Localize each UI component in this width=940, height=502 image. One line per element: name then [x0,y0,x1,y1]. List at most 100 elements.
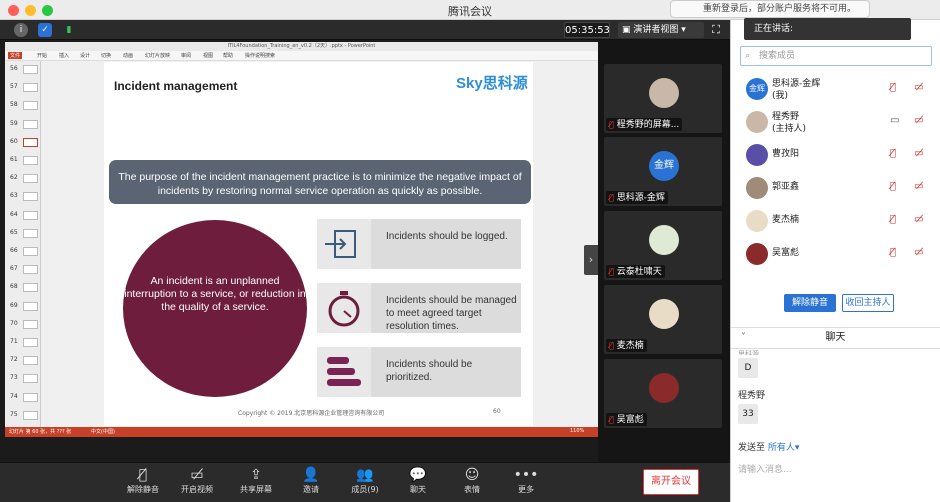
slide-copyright: Copyright © 2019 北京思科源企业管理咨询有限公司 [238,410,385,417]
muted-mic-icon[interactable]: 🎙̸ [890,214,896,225]
view-mode-button[interactable]: ▣ 演讲者视图 ▾ [618,22,704,38]
reactions-label: 表情 [464,485,480,494]
slide-thumbnail[interactable]: 62 [7,172,41,186]
slide-title: Incident management [114,79,238,93]
avatar [746,111,768,133]
slide-thumbnail[interactable]: 63 [7,190,41,204]
start-video-button[interactable]: ▭̸ 开启视频 [177,466,217,495]
leave-meeting-button[interactable]: 离开会议 [643,469,699,495]
video-tile-name: 🎙̸ 思科源-金辉 [606,191,668,204]
shield-icon[interactable]: ✓ [38,23,52,37]
ppt-tab-slideshow[interactable]: 幻灯片放映 [145,52,170,59]
member-search-input[interactable]: ⌕ 搜索成员 [740,46,932,66]
ppt-tab-insert[interactable]: 插入 [59,52,69,59]
video-tile[interactable]: 金辉 🎙̸ 思科源-金辉 [604,137,722,206]
layout-icon: ▣ [622,25,634,35]
list-item[interactable]: 郭亚鑫 🎙̸ ▭̸ [740,173,932,203]
participant-role: (我) [772,91,789,101]
ppt-tab-review[interactable]: 审阅 [181,52,191,59]
muted-mic-icon: 🎙̸ [609,120,614,129]
video-off-icon[interactable]: ▭̸ [914,115,923,126]
slide-thumbnail[interactable]: 64 [7,209,41,223]
ppt-tab-view[interactable]: 视图 [203,52,213,59]
video-tile-name: 🎙̸ 吴富彪 [606,413,647,426]
slide-thumbnail-preview [23,83,38,93]
unmute-button[interactable]: 🎙̸ 解除静音 [123,466,163,495]
info-icon[interactable]: i [14,23,28,37]
video-tile-name: 🎙̸ 程秀野的屏幕... [606,118,683,131]
ppt-tell-me[interactable]: 操作说明搜索 [245,52,275,59]
slide-thumbnail[interactable]: 56 [7,63,41,77]
member-search-placeholder: 搜索成员 [759,51,796,61]
reactions-button[interactable]: ☺ 表情 [452,466,492,495]
send-to-selector[interactable]: 发送至 所有人▾ [738,440,799,453]
slide-thumbnail[interactable]: 74 [7,391,41,405]
chat-header[interactable]: ˅ 聊天 [731,327,940,349]
ppt-tab-design[interactable]: 设计 [80,52,90,59]
video-off-icon[interactable]: ▭̸ [914,214,923,225]
slide-thumbnail[interactable]: 66 [7,245,41,259]
ppt-zoom[interactable]: 110% [570,428,584,434]
share-screen-button[interactable]: ⇪ 共享屏幕 [236,466,276,495]
slide-thumbnail[interactable]: 72 [7,354,41,368]
members-button[interactable]: 👥 成员(9) [345,466,385,495]
collapse-video-arrow-icon[interactable]: › [584,245,598,275]
video-off-icon[interactable]: ▭̸ [914,82,923,93]
chat-button[interactable]: 💬 聊天 [398,466,438,495]
muted-mic-icon[interactable]: 🎙̸ [890,247,896,258]
muted-mic-icon[interactable]: 🎙̸ [890,82,896,93]
slide-thumbnail[interactable]: 61 [7,154,41,168]
slide-thumbnail-number: 56 [10,65,18,72]
muted-mic-icon[interactable]: 🎙̸ [890,148,896,159]
video-off-icon[interactable]: ▭̸ [914,148,923,159]
slide-thumbnail-pane: 56 57 58 59 60 61 62 63 64 65 66 67 68 69 70 71 72 73 74 75 [5,61,41,427]
video-tile[interactable]: 🎙̸ 云泰杜啸天 [604,211,722,280]
screen-share-icon[interactable]: ▭ [890,115,899,126]
fullscreen-icon[interactable]: ⛶ [708,22,724,38]
slide-thumbnail[interactable]: 69 [7,300,41,314]
slide-thumbnail[interactable]: 70 [7,318,41,332]
video-off-icon[interactable]: ▭̸ [914,247,923,258]
ppt-tab-transitions[interactable]: 切换 [101,52,111,59]
slide-thumbnail[interactable]: 60 [7,136,41,150]
reclaim-host-button[interactable]: 收回主持人 [842,294,894,312]
participant-name: 程秀野 (主持人) [772,111,806,135]
ppt-tab-file[interactable]: 文件 [8,52,23,59]
invite-button[interactable]: 👤 邀请 [291,466,331,495]
video-tile[interactable]: 🎙̸ 吴富彪 [604,359,722,428]
send-to-value[interactable]: 所有人 [768,443,795,453]
list-item[interactable]: 曹孜阳 🎙̸ ▭̸ [740,140,932,170]
ppt-tab-help[interactable]: 帮助 [223,52,233,59]
slide-thumbnail[interactable]: 68 [7,281,41,295]
slide-thumbnail[interactable]: 58 [7,99,41,113]
more-button[interactable]: ••• 更多 [506,466,546,495]
purpose-banner: The purpose of the incident management p… [109,160,531,204]
slide-thumbnail[interactable]: 65 [7,227,41,241]
slide-thumbnail[interactable]: 57 [7,81,41,95]
slide-thumbnail[interactable]: 67 [7,263,41,277]
slide-thumbnail[interactable]: 73 [7,372,41,386]
avatar [649,78,679,108]
chevron-down-icon[interactable]: ▾ [795,443,800,453]
muted-mic-icon[interactable]: 🎙̸ [890,181,896,192]
muted-mic-icon: 🎙̸ [138,467,148,483]
slide-thumbnail[interactable]: 59 [7,118,41,132]
ppt-tab-home[interactable]: 开始 [37,52,47,59]
chat-input[interactable]: 请输入消息... [738,462,792,475]
list-item[interactable]: 程秀野 (主持人) ▭ ▭̸ [740,107,932,137]
list-item[interactable]: 吴富彪 🎙̸ ▭̸ [740,239,932,269]
signal-icon[interactable]: ▮ [62,23,76,37]
list-item[interactable]: 麦杰楠 🎙̸ ▭̸ [740,206,932,236]
video-off-icon[interactable]: ▭̸ [914,181,923,192]
video-tile[interactable]: 🎙̸ 麦杰楠 [604,285,722,354]
list-item[interactable]: 金辉 思科源-金辉 (我) 🎙̸ ▭̸ [740,74,932,104]
slide-thumbnail[interactable]: 75 [7,409,41,423]
video-tile[interactable]: 🎙̸ 程秀野的屏幕... [604,64,722,133]
unmute-all-button[interactable]: 解除静音 [784,294,836,312]
muted-mic-icon: 🎙̸ [609,341,614,350]
meeting-toolbar: i ✓ ▮ 05:35:53 ▣ 演讲者视图 ▾ ⛶ [0,20,730,40]
ppt-tab-animations[interactable]: 动画 [123,52,133,59]
priority-list-icon [317,347,371,397]
slide-thumbnail[interactable]: 71 [7,336,41,350]
chevron-down-icon[interactable]: ˅ [741,328,746,348]
